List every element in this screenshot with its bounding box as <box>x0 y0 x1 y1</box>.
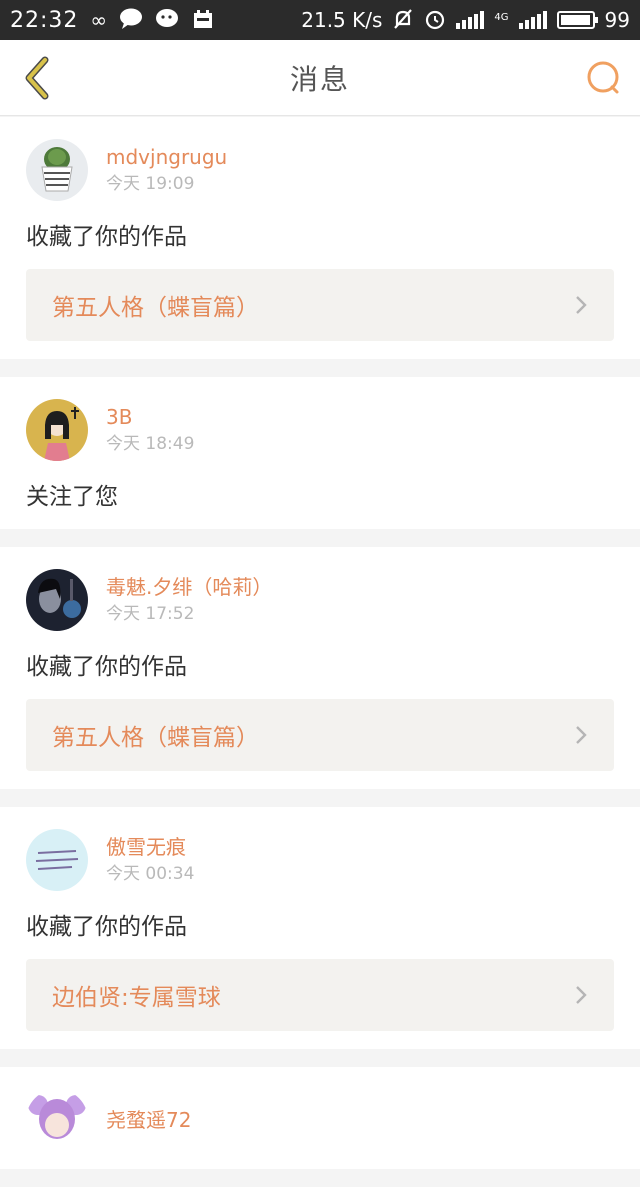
network-speed: 21.5 K/s <box>301 8 383 32</box>
back-button[interactable] <box>14 54 58 102</box>
signal-icon <box>456 11 485 29</box>
message-card: 尧蝥遥72 <box>0 1067 640 1169</box>
search-icon <box>587 61 619 94</box>
mute-bell-icon <box>392 8 414 33</box>
message-card: mdvjngrugu 今天 19:09 收藏了你的作品 第五人格（蝶盲篇） <box>0 117 640 359</box>
battery-icon <box>556 11 598 29</box>
chevron-right-icon <box>574 984 588 1006</box>
timestamp: 今天 00:34 <box>106 864 195 884</box>
work-link[interactable]: 第五人格（蝶盲篇） <box>26 269 614 341</box>
calendar-icon <box>193 9 213 32</box>
dark-portrait-avatar <box>26 569 88 631</box>
battery-fill <box>560 15 591 25</box>
chevron-right-icon <box>574 294 588 316</box>
chevron-left-icon <box>25 56 49 100</box>
avatar[interactable] <box>26 829 88 891</box>
infinity-icon: ∞ <box>90 8 108 32</box>
username[interactable]: mdvjngrugu <box>106 144 227 170</box>
timestamp: 今天 17:52 <box>106 604 195 624</box>
timestamp: 今天 19:09 <box>106 174 195 194</box>
chat-bubble-icon <box>119 8 143 33</box>
message-card: 毒魅.夕绯（哈莉） 今天 17:52 收藏了你的作品 第五人格（蝶盲篇） <box>0 547 640 789</box>
alarm-clock-icon <box>424 8 446 33</box>
username[interactable]: 傲雪无痕 <box>106 834 194 860</box>
status-time: 22:32 <box>10 7 79 33</box>
chevron-right-icon <box>574 724 588 746</box>
message-card: 傲雪无痕 今天 00:34 收藏了你的作品 边伯贤:专属雪球 <box>0 807 640 1049</box>
action-text: 收藏了你的作品 <box>26 654 187 680</box>
status-bar: 22:32 ∞ 21.5 K/s 4G 99 <box>0 0 640 40</box>
username[interactable]: 尧蝥遥72 <box>106 1107 191 1133</box>
avatar[interactable] <box>26 1089 88 1151</box>
header: 消息 <box>0 40 640 116</box>
cactus-avatar <box>26 139 88 201</box>
wechat-icon <box>155 8 181 33</box>
avatar[interactable] <box>26 399 88 461</box>
avatar[interactable] <box>26 139 88 201</box>
network-type: 4G <box>494 11 509 23</box>
purple-hair-avatar <box>26 1089 88 1151</box>
work-link[interactable]: 第五人格（蝶盲篇） <box>26 699 614 771</box>
action-text: 收藏了你的作品 <box>26 224 187 250</box>
girl-drawing-avatar <box>26 399 88 461</box>
username[interactable]: 毒魅.夕绯（哈莉） <box>106 574 272 600</box>
action-text: 关注了您 <box>26 484 118 510</box>
text-note-avatar <box>26 829 88 891</box>
page-title: 消息 <box>289 62 350 96</box>
signal-4g-icon <box>518 11 547 29</box>
battery-percent: 99 <box>604 8 630 32</box>
message-list: mdvjngrugu 今天 19:09 收藏了你的作品 第五人格（蝶盲篇） 3B… <box>0 117 640 1187</box>
timestamp: 今天 18:49 <box>106 434 195 454</box>
work-link[interactable]: 边伯贤:专属雪球 <box>26 959 614 1031</box>
username[interactable]: 3B <box>106 404 194 430</box>
work-title: 第五人格（蝶盲篇） <box>52 725 259 751</box>
action-text: 收藏了你的作品 <box>26 914 187 940</box>
avatar[interactable] <box>26 569 88 631</box>
work-title: 第五人格（蝶盲篇） <box>52 295 259 321</box>
work-title: 边伯贤:专属雪球 <box>52 985 221 1011</box>
message-card: 3B 今天 18:49 关注了您 <box>0 377 640 529</box>
search-button[interactable] <box>582 56 626 100</box>
